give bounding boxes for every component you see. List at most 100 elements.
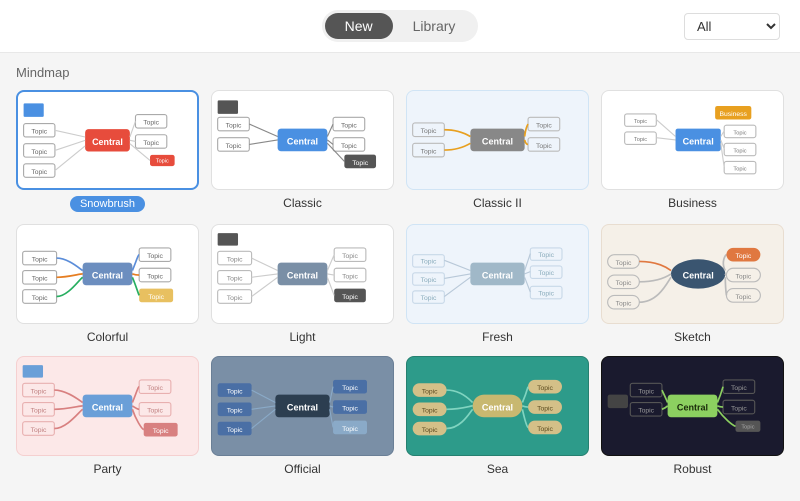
svg-text:Topic: Topic: [536, 123, 552, 130]
svg-text:Topic: Topic: [32, 257, 48, 264]
card-fresh[interactable]: Central Topic Topic Topic Topic Topic To…: [406, 224, 589, 344]
svg-text:Business: Business: [719, 111, 747, 118]
filter-select[interactable]: All Mindmap Flowchart Org Chart: [684, 13, 780, 40]
card-party[interactable]: Central Topic Topic Topic Topic Topic To…: [16, 356, 199, 476]
svg-text:Topic: Topic: [227, 408, 243, 415]
svg-text:Topic: Topic: [147, 274, 163, 281]
card-label-business: Business: [668, 196, 717, 210]
svg-text:Topic: Topic: [731, 385, 747, 392]
svg-text:Topic: Topic: [341, 143, 357, 150]
svg-text:Topic: Topic: [638, 408, 654, 415]
svg-text:Topic: Topic: [422, 427, 438, 434]
svg-text:Topic: Topic: [342, 406, 358, 413]
svg-text:Topic: Topic: [227, 389, 243, 396]
card-label-sea: Sea: [487, 462, 508, 476]
card-label-party: Party: [93, 462, 121, 476]
svg-text:Topic: Topic: [31, 427, 47, 434]
svg-text:Topic: Topic: [153, 428, 169, 435]
svg-text:Topic: Topic: [736, 253, 752, 260]
svg-text:Topic: Topic: [616, 260, 632, 267]
svg-text:Topic: Topic: [422, 408, 438, 415]
svg-text:Topic: Topic: [634, 119, 647, 125]
new-tab[interactable]: New: [325, 13, 393, 39]
svg-text:Topic: Topic: [31, 408, 47, 415]
library-tab[interactable]: Library: [393, 13, 476, 39]
svg-text:Topic: Topic: [733, 148, 746, 154]
svg-text:Topic: Topic: [341, 123, 357, 130]
svg-text:Topic: Topic: [537, 406, 553, 413]
card-label-light: Light: [289, 330, 315, 344]
card-classic2[interactable]: Central Topic Topic Topic Topic Classic …: [406, 90, 589, 212]
svg-text:Central: Central: [683, 271, 714, 281]
svg-text:Central: Central: [92, 136, 123, 146]
svg-text:Central: Central: [287, 403, 318, 413]
svg-text:Topic: Topic: [422, 389, 438, 396]
svg-text:Central: Central: [287, 137, 318, 147]
svg-text:Topic: Topic: [342, 274, 358, 281]
card-label-sketch: Sketch: [674, 330, 711, 344]
template-grid: Central Topic Topic Topic Topic Topic To…: [16, 90, 784, 476]
svg-text:Topic: Topic: [342, 253, 358, 260]
svg-text:Topic: Topic: [32, 295, 48, 302]
svg-text:Topic: Topic: [731, 406, 747, 413]
card-label-official: Official: [284, 462, 320, 476]
svg-text:Topic: Topic: [342, 385, 358, 392]
card-label-fresh: Fresh: [482, 330, 513, 344]
svg-text:Topic: Topic: [733, 130, 746, 136]
svg-text:Central: Central: [92, 403, 123, 413]
svg-text:Topic: Topic: [741, 425, 754, 431]
svg-text:Topic: Topic: [227, 427, 243, 434]
svg-text:Topic: Topic: [227, 276, 243, 283]
svg-text:Topic: Topic: [31, 389, 47, 396]
svg-text:Topic: Topic: [31, 148, 47, 155]
tab-group: New Library: [322, 10, 479, 42]
card-official[interactable]: Central Topic Topic Topic Topic Topic To…: [211, 356, 394, 476]
card-robust[interactable]: Central Topic Topic Topic Topic Topic: [601, 356, 784, 476]
svg-text:Topic: Topic: [31, 169, 47, 176]
svg-text:Topic: Topic: [537, 426, 553, 433]
svg-text:Topic: Topic: [32, 276, 48, 283]
content-area: Mindmap Central Topic Topic Topic: [0, 53, 800, 501]
card-label-colorful: Colorful: [87, 330, 128, 344]
card-classic[interactable]: Central Topic Topic Topic Topic Topic: [211, 90, 394, 212]
svg-text:Central: Central: [482, 137, 513, 147]
svg-text:Topic: Topic: [638, 389, 654, 396]
svg-text:Topic: Topic: [226, 143, 242, 150]
svg-text:Topic: Topic: [421, 277, 437, 284]
svg-text:Topic: Topic: [147, 408, 163, 415]
svg-text:Topic: Topic: [227, 257, 243, 264]
svg-text:Central: Central: [92, 271, 123, 281]
svg-text:Topic: Topic: [536, 143, 552, 150]
svg-text:Central: Central: [482, 403, 513, 413]
svg-text:Topic: Topic: [31, 128, 47, 135]
svg-text:Topic: Topic: [733, 167, 746, 173]
svg-text:Topic: Topic: [736, 294, 752, 301]
svg-text:Topic: Topic: [143, 139, 159, 146]
svg-text:Topic: Topic: [616, 301, 632, 308]
card-colorful[interactable]: Central Topic Topic Topic Topic Topic To…: [16, 224, 199, 344]
svg-text:Topic: Topic: [736, 274, 752, 281]
svg-text:Topic: Topic: [421, 259, 437, 266]
card-snowbrush[interactable]: Central Topic Topic Topic Topic Topic To…: [16, 90, 199, 212]
svg-text:Topic: Topic: [227, 295, 243, 302]
card-label-robust: Robust: [673, 462, 711, 476]
card-sketch[interactable]: Central Topic Topic Topic Topic Topic To…: [601, 224, 784, 344]
card-light[interactable]: Central Topic Topic Topic Topic Topic To…: [211, 224, 394, 344]
card-label-classic2: Classic II: [473, 196, 522, 210]
top-bar: New Library All Mindmap Flowchart Org Ch…: [0, 0, 800, 53]
card-label-classic: Classic: [283, 196, 322, 210]
svg-text:Topic: Topic: [421, 149, 437, 156]
card-sea[interactable]: Central Topic Topic Topic Topic Topic To…: [406, 356, 589, 476]
svg-text:Topic: Topic: [342, 294, 358, 301]
svg-text:Central: Central: [683, 137, 714, 147]
card-business[interactable]: Central Business Topic Topic Topic Topic: [601, 90, 784, 212]
svg-text:Central: Central: [482, 271, 513, 281]
card-label-snowbrush: Snowbrush: [70, 196, 145, 212]
svg-text:Topic: Topic: [342, 426, 358, 433]
svg-text:Topic: Topic: [421, 128, 437, 135]
svg-text:Topic: Topic: [537, 385, 553, 392]
svg-text:Topic: Topic: [352, 160, 368, 167]
svg-text:Topic: Topic: [538, 290, 554, 297]
svg-text:Central: Central: [677, 403, 708, 413]
svg-text:Central: Central: [287, 271, 318, 281]
